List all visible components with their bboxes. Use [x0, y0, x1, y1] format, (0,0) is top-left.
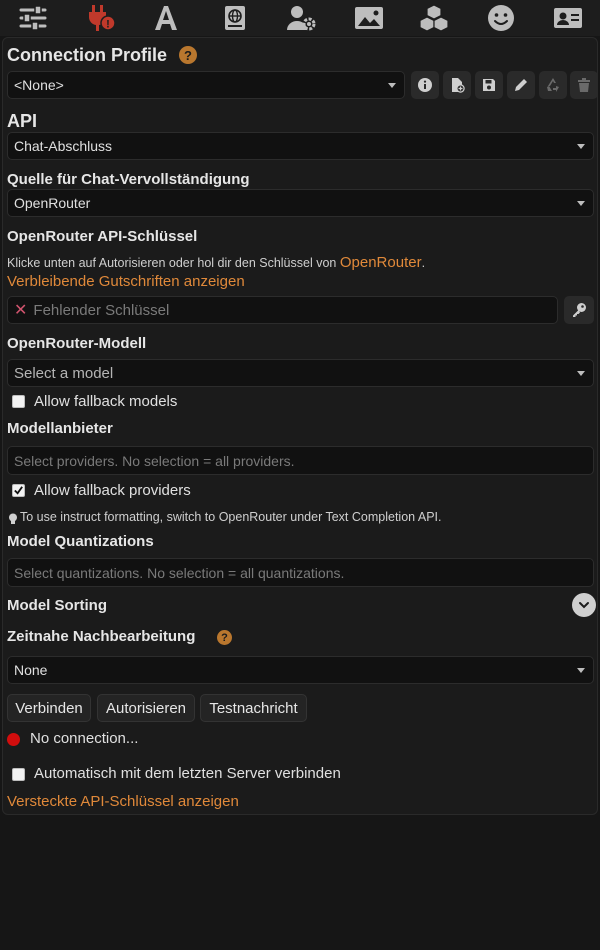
chevron-down-icon	[579, 602, 589, 609]
chat-source-title: Quelle für Chat-Vervollständigung	[7, 171, 250, 188]
api-select[interactable]: Chat-Abschluss	[7, 132, 594, 160]
allow-fallback-models-checkbox[interactable]	[12, 395, 25, 408]
providers-placeholder: Select providers. No selection = all pro…	[14, 452, 295, 469]
profile-delete-button[interactable]	[570, 71, 598, 99]
profile-save-button[interactable]	[475, 71, 503, 99]
postprocessing-title: Zeitnahe Nachbearbeitung	[7, 628, 196, 645]
profile-info-button[interactable]	[411, 71, 439, 99]
chevron-down-icon	[577, 371, 585, 376]
user-gear-icon[interactable]	[283, 3, 319, 33]
api-key-hint: Klicke unten auf Autorisieren oder hol d…	[7, 254, 425, 271]
hidden-keys-link[interactable]: Versteckte API-Schlüssel anzeigen	[7, 793, 239, 810]
key-icon	[573, 303, 586, 317]
instruct-tip: To use instruct formatting, switch to Op…	[20, 510, 442, 524]
quantizations-input[interactable]: Select quantizations. No selection = all…	[7, 558, 594, 587]
providers-input[interactable]: Select providers. No selection = all pro…	[7, 446, 594, 475]
model-placeholder: Select a model	[14, 364, 114, 382]
plug-icon[interactable]: !	[82, 3, 118, 33]
api-key-connect-button[interactable]	[564, 296, 594, 324]
file-plus-icon	[452, 78, 465, 93]
status-text: No connection...	[30, 730, 139, 747]
quantizations-title: Model Quantizations	[7, 533, 154, 550]
cubes-icon[interactable]	[416, 3, 452, 33]
sliders-icon[interactable]	[15, 3, 51, 33]
globe-book-icon[interactable]	[217, 3, 253, 33]
connect-button[interactable]: Verbinden	[7, 694, 91, 722]
chat-source-select[interactable]: OpenRouter	[7, 189, 594, 217]
providers-title: Modellanbieter	[7, 420, 113, 437]
image-icon[interactable]	[351, 3, 387, 33]
chevron-down-icon	[577, 201, 585, 206]
sorting-expand-button[interactable]	[572, 593, 596, 617]
trash-icon	[578, 78, 590, 92]
connection-profile-select[interactable]: <None>	[7, 71, 405, 99]
api-key-placeholder: Fehlender Schlüssel	[33, 301, 170, 319]
save-icon	[483, 79, 495, 91]
chevron-down-icon	[388, 83, 396, 88]
allow-fallback-providers-label: Allow fallback providers	[34, 482, 191, 499]
model-select[interactable]: Select a model	[7, 359, 594, 387]
api-key-hint-text: Klicke unten auf Autorisieren oder hol d…	[7, 256, 337, 270]
font-icon[interactable]	[148, 3, 184, 33]
chat-source-value: OpenRouter	[14, 195, 91, 211]
profile-edit-button[interactable]	[507, 71, 535, 99]
api-key-hint-suffix: .	[421, 256, 426, 270]
recycle-icon	[547, 78, 559, 92]
svg-text:!: !	[106, 19, 110, 31]
top-nav: !	[0, 0, 600, 36]
pencil-icon	[515, 79, 527, 91]
auto-connect-checkbox[interactable]	[12, 768, 25, 781]
api-title: API	[7, 111, 38, 131]
allow-fallback-models-label: Allow fallback models	[34, 393, 178, 410]
sorting-title: Model Sorting	[7, 597, 107, 614]
postprocessing-value: None	[14, 662, 48, 678]
status-indicator	[7, 733, 20, 746]
checkmark-icon	[14, 486, 23, 495]
missing-key-icon: ✕	[14, 302, 28, 319]
model-title: OpenRouter-Modell	[7, 335, 147, 352]
api-key-title: OpenRouter API-Schlüssel	[7, 228, 198, 245]
lightbulb-icon	[8, 512, 18, 524]
credits-link[interactable]: Verbleibende Gutschriften anzeigen	[7, 273, 245, 290]
smile-icon[interactable]	[483, 3, 519, 33]
openrouter-link[interactable]: OpenRouter	[340, 254, 422, 271]
postprocessing-help-icon[interactable]: ?	[217, 630, 232, 645]
test-message-button[interactable]: Testnachricht	[200, 694, 307, 722]
profile-new-button[interactable]	[443, 71, 471, 99]
quantizations-placeholder: Select quantizations. No selection = all…	[14, 564, 345, 581]
chevron-down-icon	[577, 668, 585, 673]
connection-profile-value: <None>	[14, 77, 64, 93]
allow-fallback-providers-checkbox[interactable]	[12, 484, 25, 497]
chevron-down-icon	[577, 144, 585, 149]
auto-connect-label: Automatisch mit dem letzten Server verbi…	[34, 765, 341, 782]
info-circle-icon	[418, 78, 432, 92]
connection-panel: Connection Profile ? <None> API Chat-Abs…	[2, 37, 598, 815]
id-card-icon[interactable]	[550, 3, 586, 33]
api-value: Chat-Abschluss	[14, 138, 113, 154]
connection-profile-help-icon[interactable]: ?	[179, 46, 197, 64]
connection-profile-title: Connection Profile	[7, 45, 168, 65]
profile-reload-button[interactable]	[539, 71, 567, 99]
authorize-button[interactable]: Autorisieren	[97, 694, 195, 722]
postprocessing-select[interactable]: None	[7, 656, 594, 684]
api-key-input[interactable]: ✕ Fehlender Schlüssel	[7, 296, 558, 324]
